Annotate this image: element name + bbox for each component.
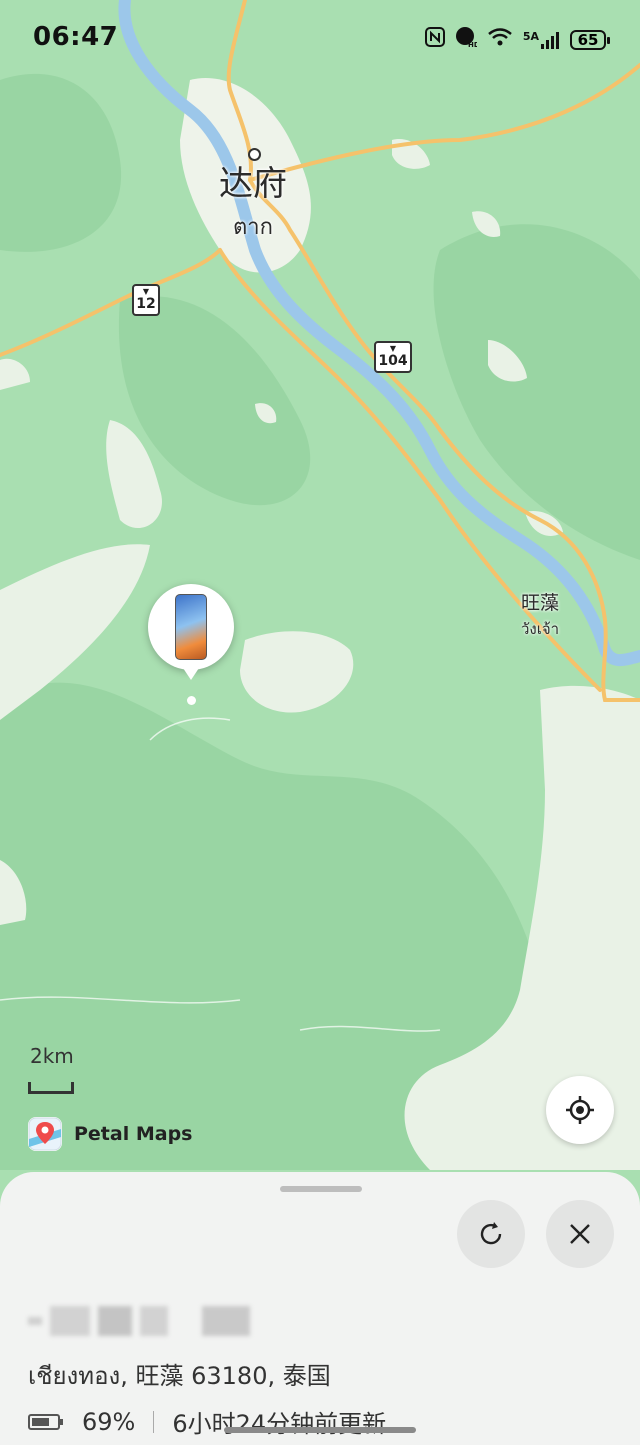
nfc-icon (424, 27, 445, 52)
sheet-drag-handle[interactable] (280, 1186, 362, 1192)
cellular-5a-icon: 5A (523, 30, 560, 50)
route-shield-icon: ▼ (389, 344, 397, 353)
status-bar: 06:47 HD 5A 65 (0, 0, 640, 78)
close-button[interactable] (546, 1200, 614, 1268)
petal-maps-attribution: Petal Maps (28, 1117, 192, 1151)
petal-maps-logo-icon (28, 1117, 62, 1151)
city-name-cn: 达府 (219, 164, 287, 204)
refresh-icon (480, 1222, 502, 1245)
city-label-dak[interactable]: 达府 ตาก (205, 148, 301, 244)
route-shield-104: ▼ 104 (374, 341, 412, 373)
crosshair-icon (566, 1096, 594, 1124)
device-name-redacted (28, 1306, 250, 1336)
phone-thumbnail-icon (175, 594, 207, 660)
device-location-dot (187, 696, 196, 705)
home-indicator[interactable] (224, 1427, 416, 1433)
last-update-time: 6小时24分钟前更新 (172, 1410, 387, 1438)
device-battery-percent: 69% (82, 1407, 136, 1436)
city-name-cn: 旺藻 (520, 592, 559, 614)
my-location-button[interactable] (546, 1076, 614, 1144)
network-type-label: 5A (522, 29, 539, 43)
hd-call-icon: HD (455, 26, 480, 53)
refresh-button[interactable] (457, 1200, 525, 1268)
battery-level: 65 (577, 30, 599, 49)
city-label-wangchao[interactable]: 旺藻 วังเจ้า (508, 588, 572, 641)
city-name-th: วังเจ้า (520, 620, 560, 638)
device-battery-icon (28, 1413, 63, 1430)
city-marker-icon (248, 148, 261, 161)
device-meta: 69% 6小时24分钟前更新 (28, 1404, 386, 1439)
route-number: 104 (378, 353, 408, 369)
status-icons: HD 5A 65 (424, 26, 610, 53)
brand-name: Petal Maps (74, 1123, 193, 1145)
device-info-sheet[interactable]: เชียงทอง, 旺藻 63180, 泰国 69% 6小时24分钟前更新 (0, 1172, 640, 1445)
wifi-icon (487, 27, 513, 52)
device-address: เชียงทอง, 旺藻 63180, 泰国 (28, 1362, 331, 1390)
route-number: 12 (136, 296, 156, 312)
map-scale-bar (28, 1082, 74, 1094)
city-name-th: ตาก (233, 215, 273, 240)
close-icon (570, 1224, 590, 1244)
map-scale-label: 2km (30, 1044, 74, 1068)
meta-divider (153, 1410, 155, 1433)
svg-text:HD: HD (468, 41, 477, 48)
status-time: 06:47 (33, 22, 119, 52)
route-shield-icon: ▼ (142, 287, 150, 296)
route-shield-12: ▼ 12 (132, 284, 160, 316)
device-location-pin[interactable] (148, 584, 234, 680)
battery-icon: 65 (570, 29, 610, 50)
